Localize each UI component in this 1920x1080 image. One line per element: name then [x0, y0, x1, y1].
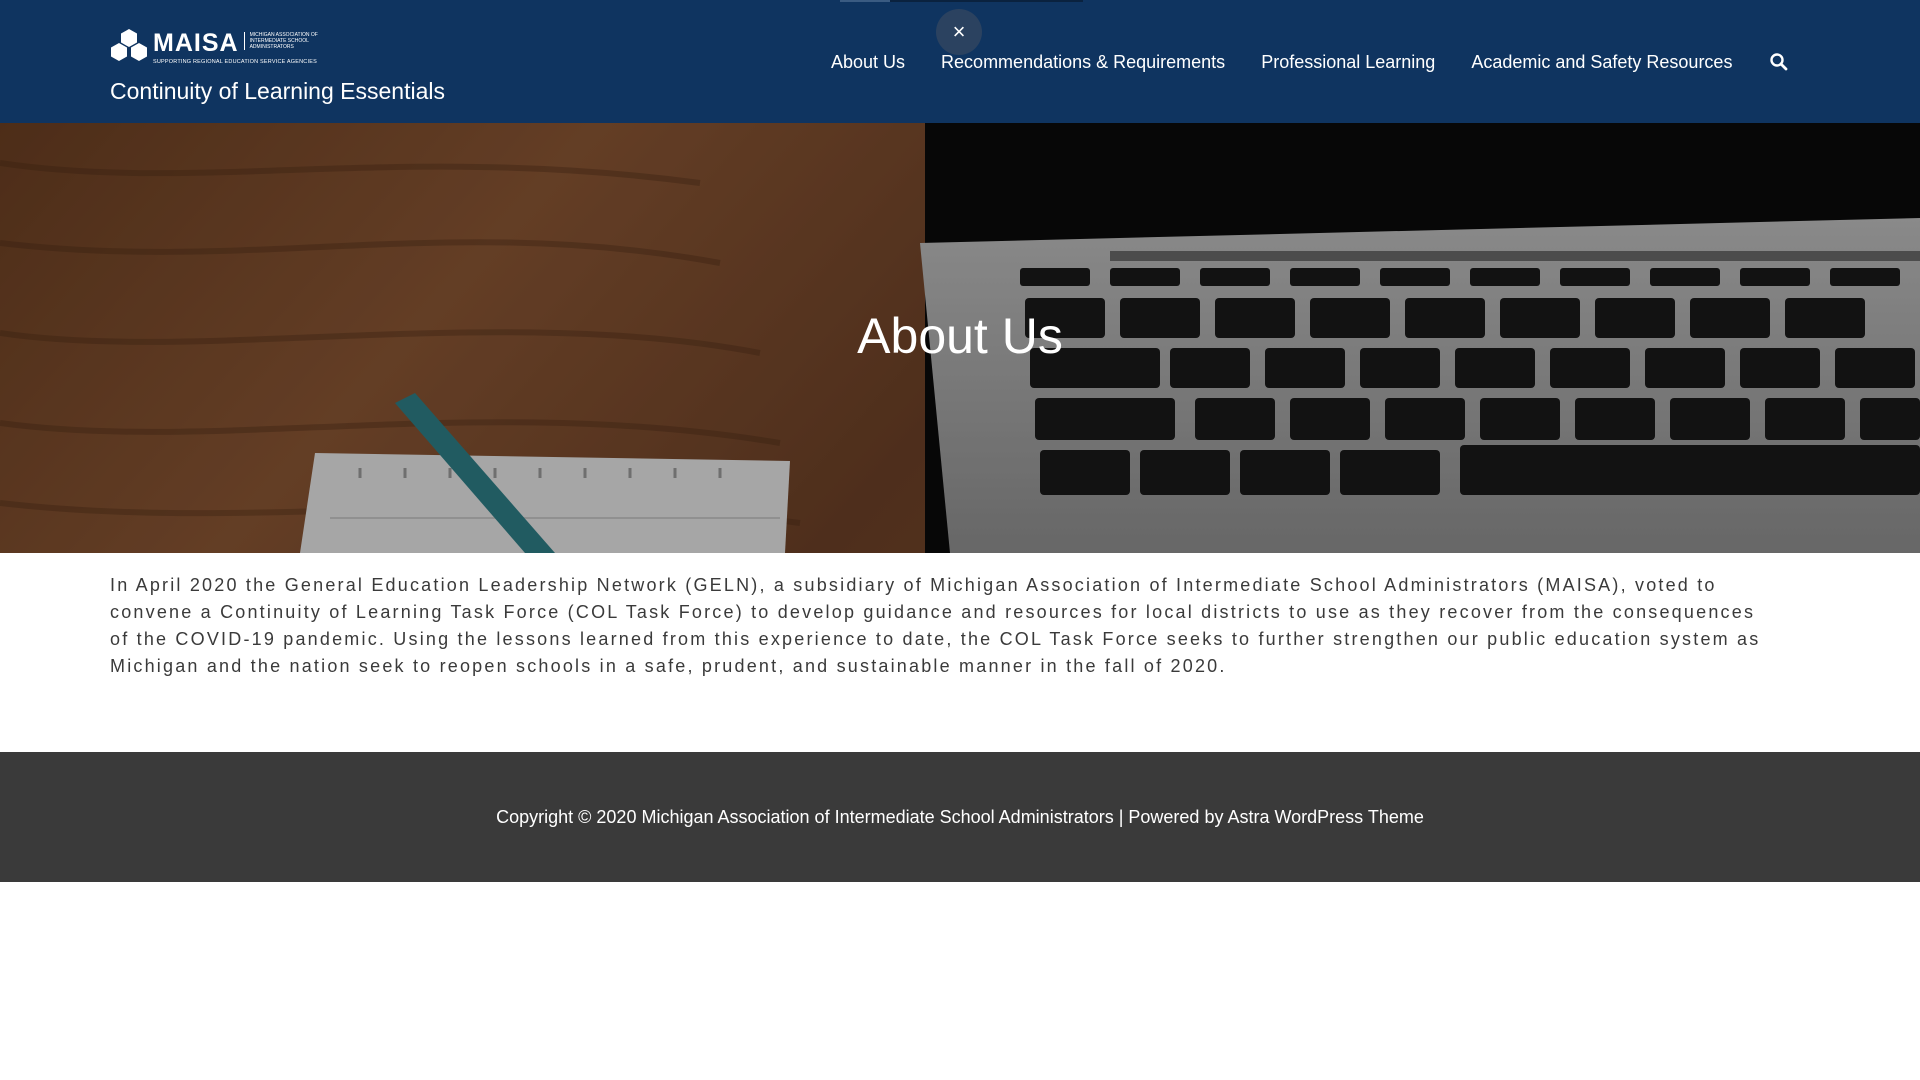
- about-paragraph: In April 2020 the General Education Lead…: [110, 575, 1761, 676]
- nav-item-recommendations[interactable]: Recommendations & Requirements: [941, 50, 1225, 74]
- nav-item-academic-safety-resources[interactable]: Academic and Safety Resources: [1471, 50, 1732, 74]
- astra-theme-link[interactable]: Astra WordPress Theme: [1227, 807, 1423, 827]
- copyright-prefix: Copyright © 2020: [496, 806, 642, 827]
- footer-org-link[interactable]: Michigan Association of Intermediate Sch…: [641, 807, 1113, 827]
- nav-item-professional-learning[interactable]: Professional Learning: [1261, 50, 1435, 74]
- site-footer: Copyright © 2020 Michigan Association of…: [0, 752, 1920, 882]
- logo-wordmark: MAISA: [153, 29, 239, 57]
- page-title: About Us: [857, 308, 1063, 364]
- powered-by-text: | Powered by: [1113, 806, 1228, 827]
- site-header: MAISA Michigan Association of Intermedia…: [0, 0, 1920, 123]
- logo-tagline: Supporting Regional Education Service Ag…: [153, 59, 317, 65]
- close-button[interactable]: ×: [936, 9, 982, 55]
- header-accent-bar: [840, 0, 1083, 2]
- logo-org-text: Michigan Association of Intermediate Sch…: [243, 32, 330, 50]
- primary-nav: About Us Recommendations & Requirements …: [831, 50, 1732, 74]
- search-icon: [1770, 53, 1788, 71]
- hero-banner: About Us: [0, 123, 1920, 553]
- close-icon: ×: [952, 19, 966, 44]
- site-title[interactable]: Continuity of Learning Essentials: [110, 77, 445, 105]
- nav-item-about-us[interactable]: About Us: [831, 50, 905, 74]
- search-button[interactable]: [1768, 51, 1790, 73]
- footer-copyright: Copyright © 2020 Michigan Association of…: [496, 807, 1424, 828]
- hexagon-logo-icon: [111, 29, 147, 61]
